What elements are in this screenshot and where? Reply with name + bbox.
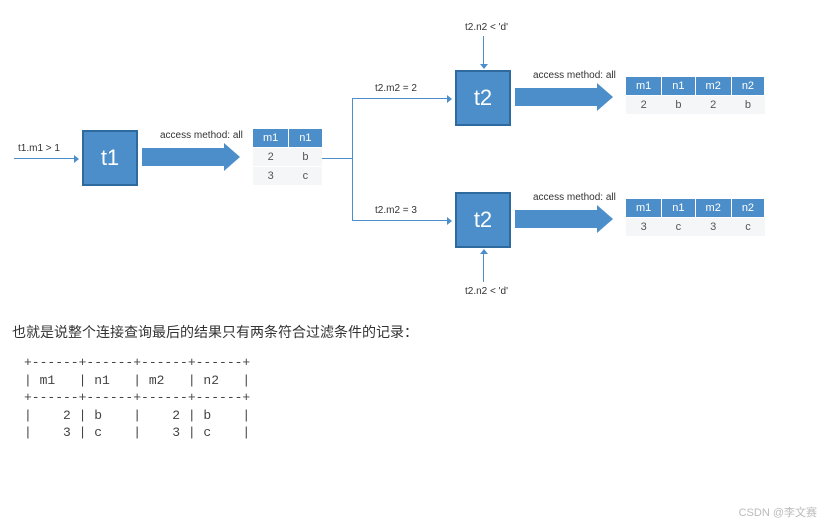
access-t1: access method: all [160,130,243,141]
table-t2-top: m1 n1 m2 n2 2 b 2 b [625,76,765,115]
access-t2-top: access method: all [533,70,616,81]
watermark: CSDN @李文赛 [739,504,817,520]
table-t1: m1n1 2b 3c [252,128,323,186]
caption-text: 也就是说整个连接查询最后的结果只有两条符合过滤条件的记录： [12,322,823,342]
node-t2-top: t2 [455,70,511,126]
cond-bot-in: t2.m2 = 3 [375,205,417,216]
node-t2-bot: t2 [455,192,511,248]
access-t2-bot: access method: all [533,192,616,203]
arrow-down-t2-top [483,36,484,64]
arrow-to-t2-top [352,98,447,99]
split-stub [322,158,352,159]
diagram-canvas: t1.m1 > 1 t1 access method: all m1n1 2b … [0,0,823,310]
split-down [352,158,353,220]
cond-bot-vert: t2.n2 < 'd' [465,286,508,297]
arrow-to-t2-bot [352,220,447,221]
big-arrow-t2-top [515,88,597,106]
big-arrow-t2-bot [515,210,597,228]
arrow-up-t2-bot [483,254,484,282]
arrow-into-t1 [14,158,74,159]
big-arrow-t1 [142,148,224,166]
filter-t1: t1.m1 > 1 [18,143,60,154]
node-t1: t1 [82,130,138,186]
table-t2-bot: m1 n1 m2 n2 3 c 3 c [625,198,765,237]
cond-top-vert: t2.n2 < 'd' [465,22,508,33]
ascii-result-table: +------+------+------+------+ | m1 | n1 … [24,354,823,442]
cond-top-in: t2.m2 = 2 [375,83,417,94]
split-up [352,98,353,158]
